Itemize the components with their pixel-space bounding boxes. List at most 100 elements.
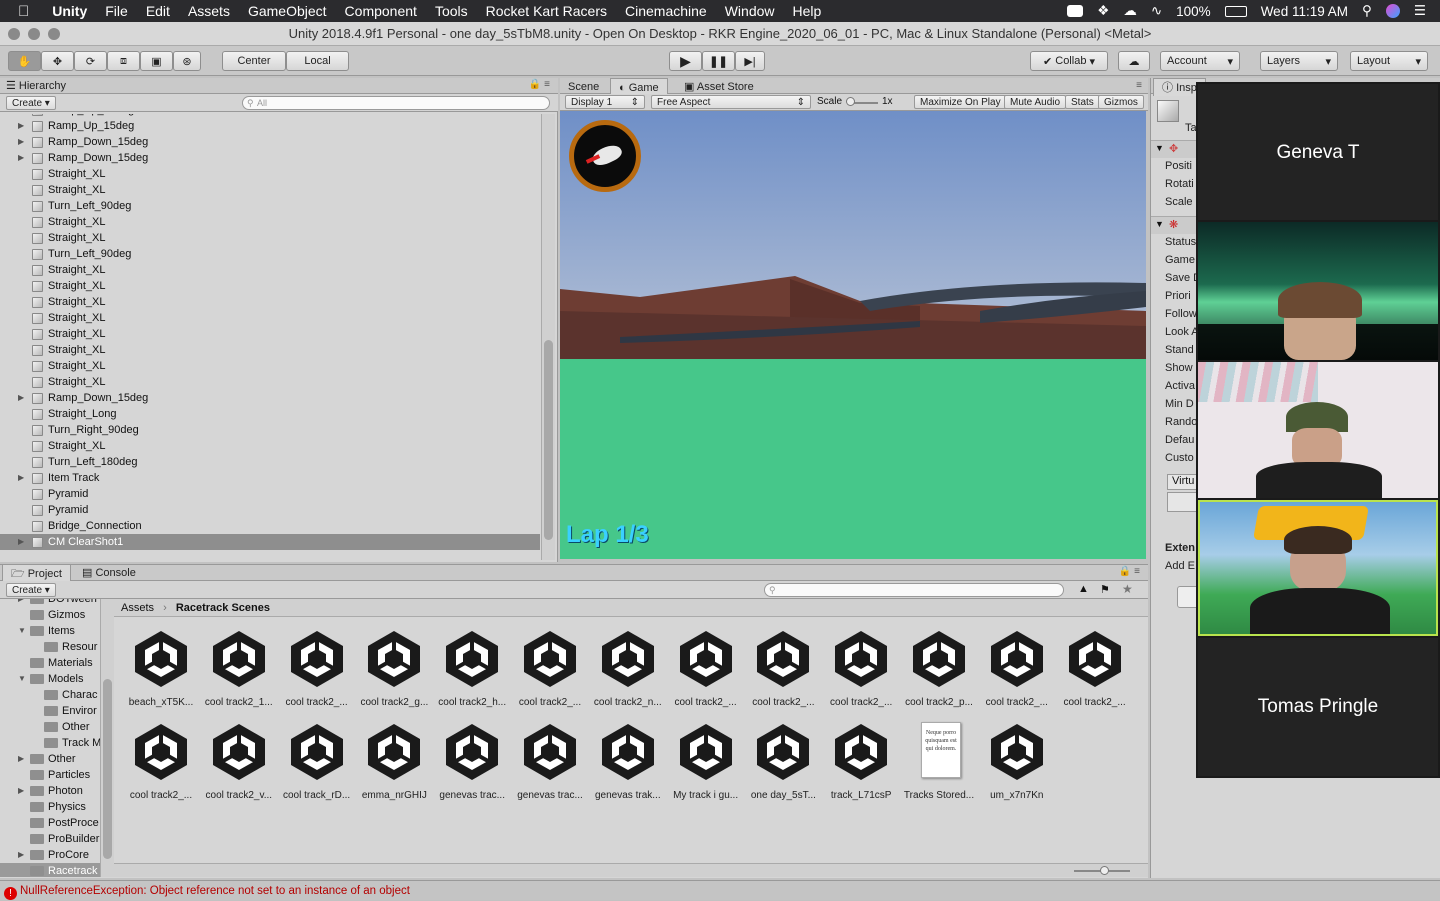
pause-button[interactable]: ❚❚ bbox=[702, 51, 735, 71]
zoom-icon[interactable] bbox=[1067, 5, 1084, 17]
scene-asset[interactable]: My track i gu... bbox=[667, 720, 745, 810]
hierarchy-item[interactable]: Turn_Left_90deg bbox=[0, 246, 540, 262]
hierarchy-item[interactable]: ▶ Ramp_Down_15deg bbox=[0, 390, 540, 406]
scene-asset[interactable]: cool track2_n... bbox=[589, 627, 667, 717]
hierarchy-item[interactable]: Straight_XL bbox=[0, 358, 540, 374]
expand-arrow-icon[interactable]: ▶ bbox=[18, 134, 24, 150]
project-create-button[interactable]: Create ▾ bbox=[6, 583, 56, 597]
folder-item[interactable]: Other bbox=[0, 719, 100, 735]
dropbox-icon[interactable]: ❖ bbox=[1097, 3, 1109, 19]
hierarchy-item[interactable]: ▶ Ramp_Down_15deg bbox=[0, 150, 540, 166]
transform-tool-button[interactable]: ⊛ bbox=[173, 51, 201, 71]
hierarchy-item[interactable]: Bridge_Connection bbox=[0, 518, 540, 534]
close-window-button[interactable] bbox=[8, 28, 20, 40]
scene-asset[interactable]: cool track_rD... bbox=[278, 720, 356, 810]
folder-tree-scrollbar[interactable] bbox=[100, 599, 114, 877]
filter-by-type-icon[interactable]: ▲ bbox=[1078, 583, 1089, 595]
hierarchy-item[interactable]: Straight_XL bbox=[0, 310, 540, 326]
breadcrumb-current[interactable]: Racetrack Scenes bbox=[176, 602, 270, 614]
menu-tools[interactable]: Tools bbox=[426, 3, 477, 19]
menu-unity[interactable]: Unity bbox=[43, 3, 96, 19]
folder-item[interactable]: ▶ ProCore bbox=[0, 847, 100, 863]
step-button[interactable]: ▶| bbox=[735, 51, 765, 71]
scene-asset[interactable]: cool track2_... bbox=[278, 627, 356, 717]
folder-item[interactable]: Resour bbox=[0, 639, 100, 655]
hierarchy-item[interactable]: ▶ CM ClearShot1 bbox=[0, 534, 540, 550]
spotlight-search-icon[interactable]: ⚲ bbox=[1362, 3, 1372, 19]
folder-item[interactable]: Enviror bbox=[0, 703, 100, 719]
scene-asset[interactable]: cool track2_... bbox=[667, 627, 745, 717]
scene-asset[interactable]: cool track2_v... bbox=[200, 720, 278, 810]
notification-center-icon[interactable]: ☰ bbox=[1414, 3, 1426, 19]
expand-arrow-icon[interactable]: ▶ bbox=[18, 118, 24, 134]
menu-file[interactable]: File bbox=[96, 3, 137, 19]
collab-dropdown[interactable]: ✔ Collab ▾ bbox=[1030, 51, 1108, 71]
display-dropdown[interactable]: Display 1 ⇕ bbox=[565, 95, 645, 109]
hierarchy-item[interactable]: Straight_XL bbox=[0, 342, 540, 358]
menu-edit[interactable]: Edit bbox=[137, 3, 179, 19]
hierarchy-item[interactable]: Straight_XL bbox=[0, 374, 540, 390]
hierarchy-item[interactable]: ▶ Ramp_Down_15deg bbox=[0, 134, 540, 150]
scene-asset[interactable]: track_L71csP bbox=[822, 720, 900, 810]
folder-item[interactable]: Physics bbox=[0, 799, 100, 815]
hierarchy-item[interactable]: Straight_XL bbox=[0, 438, 540, 454]
menu-cinemachine[interactable]: Cinemachine bbox=[616, 3, 716, 19]
scene-asset[interactable]: genevas trac... bbox=[511, 720, 589, 810]
chevron-right-icon[interactable]: ▶ bbox=[18, 847, 24, 863]
hierarchy-item[interactable]: ▶ Item Track bbox=[0, 470, 540, 486]
folder-item[interactable]: Particles bbox=[0, 767, 100, 783]
expand-arrow-icon[interactable]: ▶ bbox=[18, 470, 24, 486]
aspect-dropdown[interactable]: Free Aspect ⇕ bbox=[651, 95, 811, 109]
move-tool-button[interactable]: ✥ bbox=[41, 51, 74, 71]
folder-item[interactable]: ▶ Other bbox=[0, 751, 100, 767]
scene-asset[interactable]: cool track2_p... bbox=[900, 627, 978, 717]
hierarchy-create-button[interactable]: Create ▾ bbox=[6, 96, 56, 110]
folder-item[interactable]: Racetrack bbox=[0, 863, 100, 877]
scene-asset[interactable]: cool track2_... bbox=[1056, 627, 1134, 717]
rect-tool-button[interactable]: ▣ bbox=[140, 51, 173, 71]
hierarchy-item[interactable]: Straight_XL bbox=[0, 230, 540, 246]
scene-asset[interactable]: cool track2_1... bbox=[200, 627, 278, 717]
zoom-window-button[interactable] bbox=[48, 28, 60, 40]
minimize-window-button[interactable] bbox=[28, 28, 40, 40]
chevron-right-icon[interactable]: ▶ bbox=[18, 599, 24, 607]
hierarchy-item[interactable]: Straight_XL bbox=[0, 182, 540, 198]
folder-item[interactable]: ProBuilder bbox=[0, 831, 100, 847]
favorite-star-icon[interactable]: ★ bbox=[1122, 582, 1133, 596]
participant-video-1[interactable] bbox=[1198, 222, 1438, 360]
hierarchy-item[interactable]: Straight_XL bbox=[0, 326, 540, 342]
game-viewport[interactable]: Lap 1/3 bbox=[560, 111, 1146, 559]
mute-audio-toggle[interactable]: Mute Audio bbox=[1004, 95, 1067, 109]
hierarchy-scrollbar[interactable] bbox=[541, 114, 555, 560]
participant-video-2[interactable] bbox=[1198, 362, 1438, 498]
expand-arrow-icon[interactable]: ▶ bbox=[18, 150, 24, 166]
expand-arrow-icon[interactable]: ▶ bbox=[18, 534, 24, 550]
layers-dropdown[interactable]: Layers ▾ bbox=[1260, 51, 1338, 71]
gizmos-toggle[interactable]: Gizmos bbox=[1098, 95, 1144, 109]
scrollbar-thumb[interactable] bbox=[544, 340, 553, 540]
hand-tool-button[interactable]: ✋ bbox=[8, 51, 41, 71]
hierarchy-item[interactable]: Pyramid bbox=[0, 486, 540, 502]
chevron-down-icon[interactable]: ▼ bbox=[18, 671, 26, 687]
panel-menu-icon[interactable]: 🔒 ≡ bbox=[1119, 566, 1140, 577]
scene-asset[interactable]: Neque porro quisquam est qui dolorem. Tra… bbox=[900, 720, 978, 810]
breadcrumb-assets[interactable]: Assets bbox=[121, 602, 154, 614]
folder-item[interactable]: ▶ DOTween bbox=[0, 599, 100, 607]
participant-tile-geneva[interactable]: Geneva T bbox=[1198, 84, 1438, 220]
scale-tool-button[interactable]: ⧈ bbox=[107, 51, 140, 71]
menu-gameobject[interactable]: GameObject bbox=[239, 3, 336, 19]
folder-item[interactable]: Charac bbox=[0, 687, 100, 703]
siri-icon[interactable] bbox=[1385, 4, 1400, 18]
scene-asset[interactable]: cool track2_... bbox=[122, 720, 200, 810]
status-bar[interactable]: ! NullReferenceException: Object referenc… bbox=[0, 880, 1440, 900]
tab-hierarchy[interactable]: ☰ Hierarchy bbox=[0, 77, 74, 95]
hierarchy-search-input[interactable]: ⚲ All bbox=[242, 96, 550, 110]
expand-arrow-icon[interactable]: ▶ bbox=[18, 390, 24, 406]
menu-help[interactable]: Help bbox=[784, 3, 831, 19]
scene-asset[interactable]: one day_5sT... bbox=[744, 720, 822, 810]
account-dropdown[interactable]: Account ▾ bbox=[1160, 51, 1240, 71]
creative-cloud-icon[interactable]: ☁ bbox=[1123, 3, 1137, 19]
hierarchy-item[interactable]: Turn_Left_90deg bbox=[0, 198, 540, 214]
scene-asset[interactable]: cool track2_... bbox=[822, 627, 900, 717]
rotate-tool-button[interactable]: ⟳ bbox=[74, 51, 107, 71]
